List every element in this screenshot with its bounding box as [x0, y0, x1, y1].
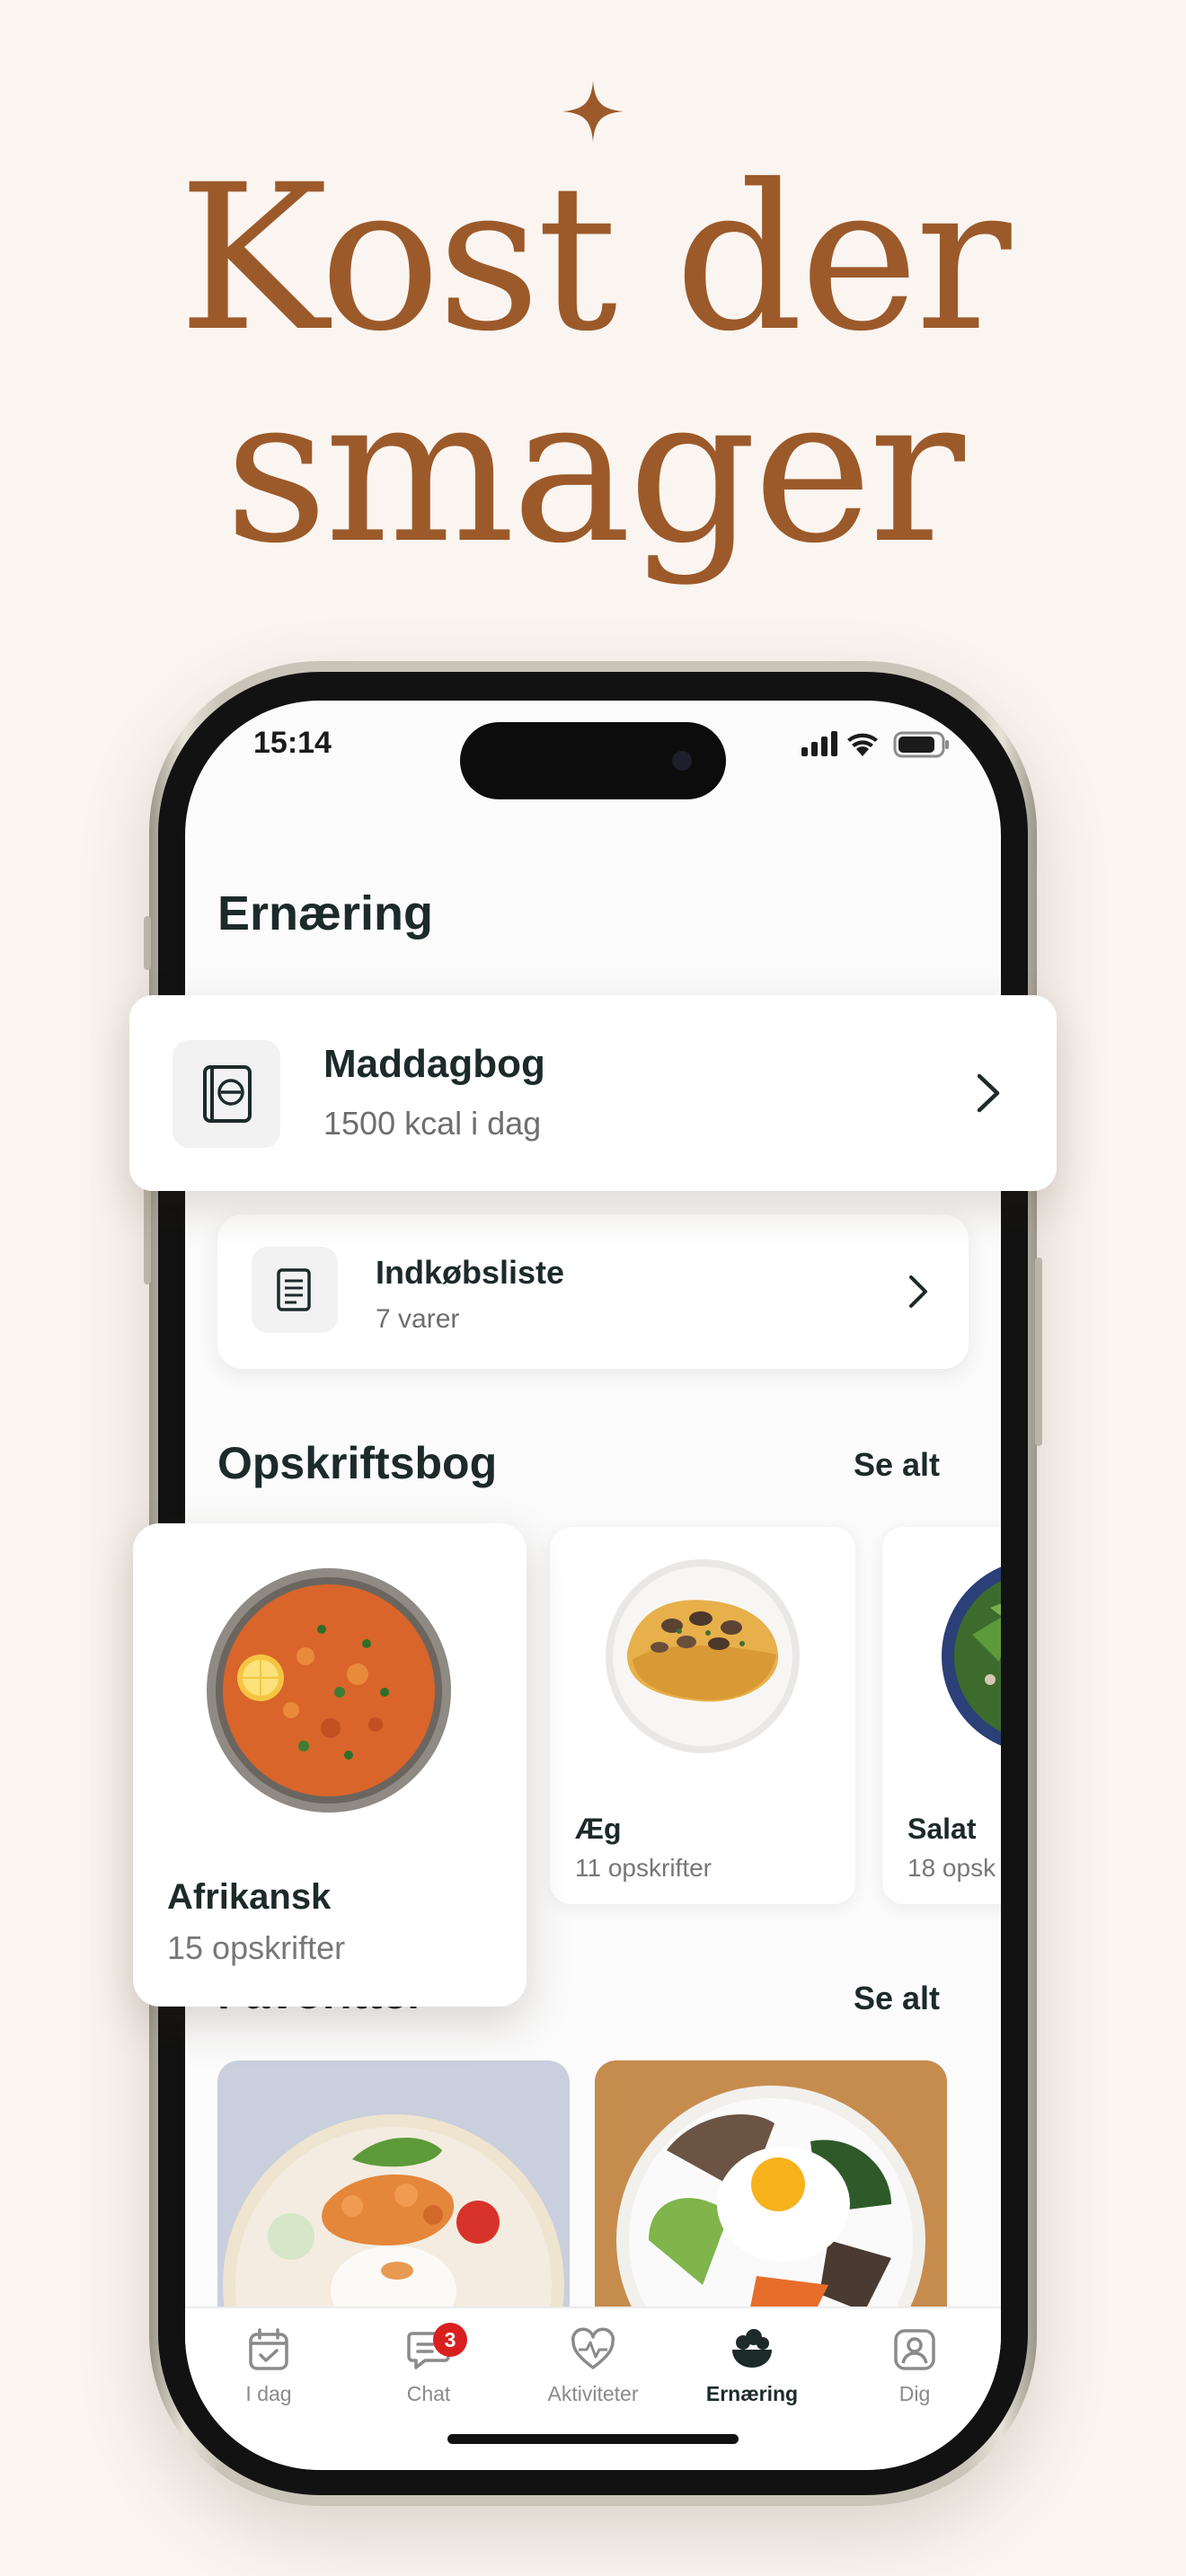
headline-line-2: smager — [225, 353, 965, 587]
page-title: Ernæring — [217, 887, 434, 940]
tab-bar: I dag 3 Chat Aktiviteter Ernæring Dig — [185, 2307, 1001, 2470]
tab-label: I dag — [245, 2382, 292, 2405]
recipe-category-name: Æg — [575, 1813, 622, 1845]
shopping-list-count: 7 varer — [376, 1304, 460, 1334]
tab-label: Chat — [406, 2382, 451, 2405]
recipe-category-count: 18 opsk — [907, 1854, 996, 1882]
favorite-recipe-card[interactable] — [217, 2060, 570, 2321]
recipe-category-card-african[interactable]: Afrikansk 15 opskrifter — [133, 1523, 527, 2007]
status-time: 15:14 — [253, 726, 332, 760]
chevron-right-icon — [909, 1275, 927, 1308]
chat-unread-badge: 3 — [433, 2323, 467, 2357]
phone-mute-switch — [144, 916, 151, 970]
shopping-list-card[interactable]: Indkøbsliste 7 varer — [217, 1214, 969, 1369]
shrimp-rice-image — [223, 2114, 564, 2321]
tab-profile[interactable]: Dig — [847, 2326, 982, 2425]
headline-line-1: Kost der — [178, 141, 1011, 375]
food-diary-card[interactable]: Maddagbog 1500 kcal i dag — [129, 995, 1057, 1191]
food-diary-title: Maddagbog — [323, 1042, 545, 1086]
heart-pulse-icon — [571, 2327, 615, 2369]
book-icon — [173, 1040, 280, 1148]
battery-icon — [893, 731, 949, 758]
omelette-image — [606, 1559, 800, 1753]
cookbook-title: Opskriftsbog — [217, 1438, 498, 1488]
recipe-category-name: Salat — [907, 1813, 977, 1845]
profile-icon — [894, 2329, 935, 2370]
sparkle-icon — [562, 81, 624, 142]
food-bowl-icon — [732, 2329, 772, 2368]
receipt-icon — [252, 1247, 338, 1333]
cookbook-see-all-link[interactable]: Se alt — [854, 1446, 940, 1484]
home-indicator — [447, 2434, 739, 2444]
recipe-category-count: 15 opskrifter — [167, 1929, 346, 1966]
tab-chat[interactable]: 3 Chat — [361, 2323, 496, 2425]
tab-label: Aktiviteter — [547, 2382, 639, 2405]
favorites-see-all-link[interactable]: Se alt — [854, 1980, 940, 2017]
recipe-category-card-eggs[interactable]: Æg 11 opskrifter — [550, 1527, 855, 1904]
signal-icon — [801, 731, 837, 756]
wifi-icon — [847, 733, 878, 756]
dynamic-island — [460, 722, 726, 799]
calendar-icon — [249, 2328, 288, 2370]
phone-power-button — [1035, 1257, 1042, 1446]
favorite-recipe-card[interactable] — [595, 2060, 947, 2321]
headline: Kost der smager — [0, 153, 1186, 577]
tab-today[interactable]: I dag — [201, 2326, 336, 2425]
recipe-category-count: 11 opskrifter — [575, 1854, 712, 1882]
food-diary-subtitle: 1500 kcal i dag — [323, 1105, 542, 1142]
shopping-list-title: Indkøbsliste — [376, 1254, 565, 1291]
bibimbap-image — [595, 2060, 947, 2321]
tab-nutrition[interactable]: Ernæring — [685, 2326, 819, 2425]
chevron-right-icon — [977, 1073, 1000, 1113]
recipe-category-name: Afrikansk — [167, 1877, 332, 1917]
tab-label: Dig — [898, 2382, 931, 2405]
recipe-category-card-salad[interactable]: Salat 18 opsk — [882, 1527, 1001, 1904]
salad-image — [942, 1566, 1001, 1746]
tab-label: Ernæring — [705, 2382, 799, 2405]
tab-activities[interactable]: Aktiviteter — [526, 2326, 660, 2425]
status-icons — [801, 731, 949, 758]
lentil-stew-image — [207, 1568, 451, 1813]
